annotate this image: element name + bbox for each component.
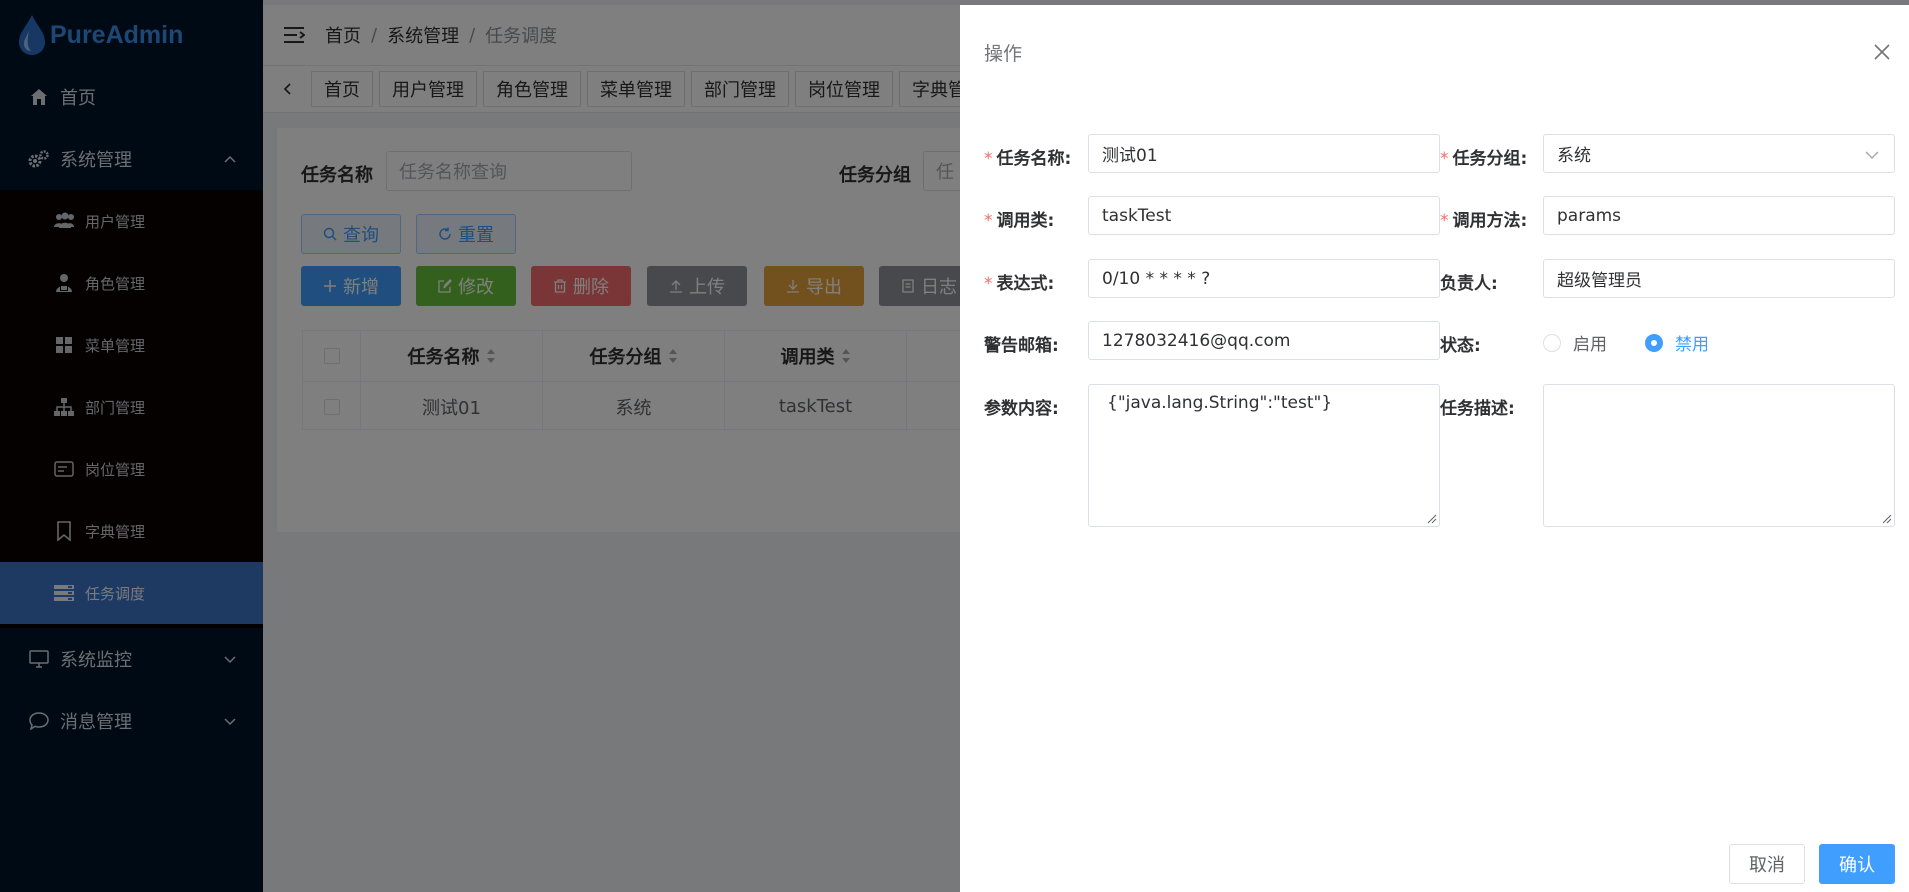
required-mark: * — [984, 211, 993, 231]
alert-email-input[interactable]: 1278032416@qq.com — [1088, 321, 1440, 360]
required-mark: * — [984, 149, 993, 169]
invoke-method-input[interactable]: params — [1543, 196, 1895, 235]
params-value: {"java.lang.String":"test"} — [1107, 393, 1333, 413]
required-mark: * — [1440, 211, 1449, 231]
invoke-method-label: * 调用方法: — [1440, 206, 1527, 231]
params-label: 参数内容: — [984, 399, 1059, 419]
edit-drawer: 操作 * 任务名称: 测试01 * 任务分组: 系统 * 调用类: taskTest … — [960, 5, 1909, 892]
alert-email-label: 警告邮箱: — [984, 336, 1059, 356]
task-name-label-text: 任务名称: — [996, 149, 1072, 169]
required-mark: * — [1440, 149, 1449, 169]
drawer-title: 操作 — [984, 43, 1023, 65]
confirm-button[interactable]: 确认 — [1819, 844, 1895, 884]
cron-label: * 表达式: — [984, 269, 1054, 294]
description-textarea[interactable] — [1543, 384, 1895, 527]
owner-input[interactable]: 超级管理员 — [1543, 259, 1895, 298]
status-radio-disabled[interactable]: 禁用 — [1645, 330, 1709, 355]
invoke-class-label-text: 调用类: — [996, 211, 1055, 231]
required-mark: * — [984, 274, 993, 294]
chevron-down-icon — [1865, 151, 1879, 160]
invoke-method-label-text: 调用方法: — [1452, 211, 1528, 231]
cron-input[interactable]: 0/10 * * * * ? — [1088, 259, 1440, 298]
status-label: 状态: — [1440, 336, 1481, 356]
task-group-label: * 任务分组: — [1440, 144, 1527, 169]
task-group-label-text: 任务分组: — [1452, 149, 1528, 169]
params-textarea[interactable]: {"java.lang.String":"test"} — [1088, 384, 1440, 527]
status-radio-enabled[interactable]: 启用 — [1543, 330, 1607, 355]
description-label: 任务描述: — [1440, 399, 1515, 419]
invoke-class-input[interactable]: taskTest — [1088, 196, 1440, 235]
radio-label: 启用 — [1573, 335, 1607, 355]
close-icon[interactable] — [1871, 41, 1893, 63]
owner-label: 负责人: — [1440, 274, 1498, 294]
task-name-input[interactable]: 测试01 — [1088, 134, 1440, 173]
invoke-class-label: * 调用类: — [984, 206, 1054, 231]
task-group-value: 系统 — [1557, 146, 1591, 166]
cron-label-text: 表达式: — [996, 274, 1055, 294]
radio-circle — [1645, 333, 1663, 352]
radio-label: 禁用 — [1675, 335, 1709, 355]
cancel-button[interactable]: 取消 — [1729, 844, 1805, 884]
radio-circle — [1543, 333, 1561, 352]
resize-handle-icon[interactable] — [1882, 514, 1892, 524]
task-name-label: * 任务名称: — [984, 144, 1071, 169]
task-group-select[interactable]: 系统 — [1543, 134, 1895, 173]
resize-handle-icon[interactable] — [1427, 514, 1437, 524]
